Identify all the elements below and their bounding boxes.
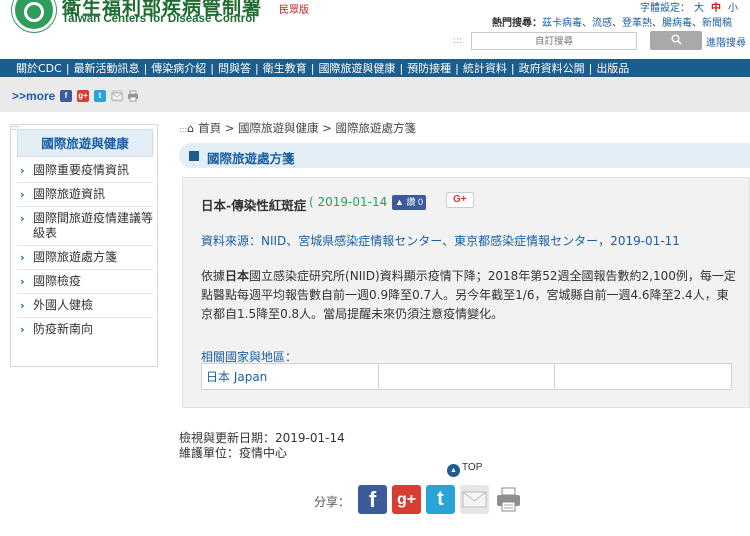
google-plus-button[interactable]: G+ [446, 192, 474, 208]
nav-item[interactable]: 問與答 [218, 60, 251, 76]
hot-search-term[interactable]: 登革熱 [622, 18, 652, 29]
search-dots: ::: [453, 36, 463, 46]
font-size-label: 字體設定： [640, 3, 690, 14]
chevron-right-icon: › [20, 251, 25, 264]
twitter-icon[interactable]: t [94, 90, 106, 102]
google-plus-share-icon[interactable]: g+ [392, 485, 421, 514]
breadcrumb-home[interactable]: 首頁 [198, 121, 221, 135]
facebook-icon[interactable]: f [60, 90, 72, 102]
cdc-logo[interactable] [12, 0, 56, 32]
sidebar-title[interactable]: 國際旅遊與健康 [17, 129, 153, 157]
hot-search-term[interactable]: 茲卡病毒 [542, 18, 582, 29]
search-input[interactable] [471, 32, 637, 50]
chevron-right-icon: › [20, 164, 25, 177]
email-icon[interactable] [111, 90, 123, 102]
region-cell[interactable]: 日本 Japan [201, 363, 379, 390]
article-date: ( 2019-01-14 ) [309, 195, 396, 209]
breadcrumb: :::⌂ 首頁 > 國際旅遊與健康 > 國際旅遊處方箋 [179, 121, 416, 135]
home-icon: ⌂ [187, 122, 195, 135]
thumbs-up-icon: ▲ [395, 197, 404, 207]
region-cell [554, 363, 732, 390]
font-size-small[interactable]: 小 [725, 0, 741, 14]
region-cell [377, 363, 556, 390]
chevron-right-icon: › [20, 275, 25, 288]
chevron-right-icon: › [20, 212, 25, 225]
chevron-right-icon: › [20, 323, 25, 336]
main-nav: 關於CDC | 最新活動訊息 | 傳染病介紹 | 問與答 | 衛生教育 | 國際旅遊與健康… [0, 59, 750, 77]
page-header: 國際旅遊處方箋 [179, 143, 750, 168]
hot-search: 熱門搜尋：茲卡病毒、流感、登革熱、腸病毒、新聞稿 [492, 18, 732, 29]
arrow-up-icon: ▲ [447, 464, 460, 477]
nav-item[interactable]: 統計資料 [463, 60, 507, 76]
page-title: 國際旅遊處方箋 [207, 151, 295, 166]
font-size-large[interactable]: 大 [691, 0, 707, 14]
sidebar-item[interactable]: › 國際間旅遊疫情建議等級表 [17, 207, 153, 246]
facebook-like-button[interactable]: ▲ 讚 0 [392, 195, 426, 210]
print-share-icon[interactable] [494, 485, 523, 514]
article-title: 日本-傳染性紅斑症 [201, 198, 307, 213]
advanced-search-link[interactable]: 進階搜尋 [706, 34, 746, 49]
updated-date: 檢視與更新日期：2019-01-14 [179, 431, 345, 445]
nav-item[interactable]: 最新活動訊息 [74, 60, 140, 76]
nav-item[interactable]: 傳染病介紹 [151, 60, 206, 76]
chevron-right-icon: › [20, 188, 25, 201]
breadcrumb-trail[interactable]: > 國際旅遊與健康 > 國際旅遊處方箋 [221, 121, 416, 135]
sidebar-item[interactable]: › 國際檢疫 [17, 270, 153, 294]
twitter-share-icon[interactable]: t [426, 485, 455, 514]
page-meta: 檢視與更新日期：2019-01-14 維護單位：疫情中心 [179, 431, 345, 461]
sidebar-item[interactable]: › 外國人健檢 [17, 294, 153, 318]
hot-search-term[interactable]: 新聞稿 [702, 18, 732, 29]
sidebar-item[interactable]: › 國際旅遊處方箋 [17, 246, 153, 270]
civil-version-link[interactable]: 民眾版 [279, 1, 309, 16]
font-size-medium[interactable]: 中 [708, 0, 724, 14]
article-body: 依據日本國立感染症研究所(NIID)資料顯示疫情下降；2018年第52週全國報告… [201, 269, 736, 321]
social-band: >>more f g+ t [0, 77, 750, 112]
org-name-en[interactable]: Taiwan Centers for Disease Control [62, 13, 255, 25]
sidebar-item[interactable]: › 國際重要疫情資訊 [17, 159, 153, 183]
email-share-icon[interactable] [460, 485, 489, 514]
nav-item[interactable]: 關於CDC [16, 60, 62, 76]
print-icon[interactable] [127, 90, 139, 102]
bullet-square-icon [189, 151, 199, 161]
article-source: 資料來源：NIID、宮城県感染症情報センター、東京都感染症情報センター，2019… [201, 234, 680, 248]
more-link[interactable]: >>more [12, 89, 55, 103]
sidebar-item[interactable]: › 國際旅遊資訊 [17, 183, 153, 207]
search-button[interactable] [650, 31, 702, 50]
regions-table: 日本 Japan [201, 363, 732, 390]
hot-search-term[interactable]: 流感 [592, 18, 612, 29]
back-to-top[interactable]: ▲ TOP [447, 462, 482, 477]
chevron-right-icon: › [20, 299, 25, 312]
hot-search-label: 熱門搜尋： [492, 18, 542, 29]
sidebar: ::: 國際旅遊與健康 › 國際重要疫情資訊 › 國際旅遊資訊 › 國際間旅遊疫情建議… [10, 123, 158, 367]
hot-search-term[interactable]: 腸病毒 [662, 18, 692, 29]
search-icon [671, 34, 682, 45]
font-size-setting: 字體設定：大中小 [640, 0, 741, 14]
maintenance-unit: 維護單位：疫情中心 [179, 446, 288, 460]
article-card: 日本-傳染性紅斑症 ( 2019-01-14 ) ▲ 讚 0 G+ 資料來源：N… [182, 177, 750, 408]
nav-item[interactable]: 預防接種 [407, 60, 451, 76]
nav-item[interactable]: 政府資料公開 [519, 60, 585, 76]
share-label: 分享： [314, 495, 351, 509]
google-plus-icon[interactable]: g+ [77, 90, 89, 102]
nav-item[interactable]: 國際旅遊與健康 [318, 60, 395, 76]
nav-item[interactable]: 衛生教育 [263, 60, 307, 76]
sidebar-item[interactable]: › 防疫新南向 [17, 318, 153, 341]
nav-item[interactable]: 出版品 [596, 60, 629, 76]
sidebar-menu: › 國際重要疫情資訊 › 國際旅遊資訊 › 國際間旅遊疫情建議等級表 › 國際旅遊處方箋… [17, 159, 153, 341]
facebook-share-icon[interactable]: f [358, 485, 387, 514]
